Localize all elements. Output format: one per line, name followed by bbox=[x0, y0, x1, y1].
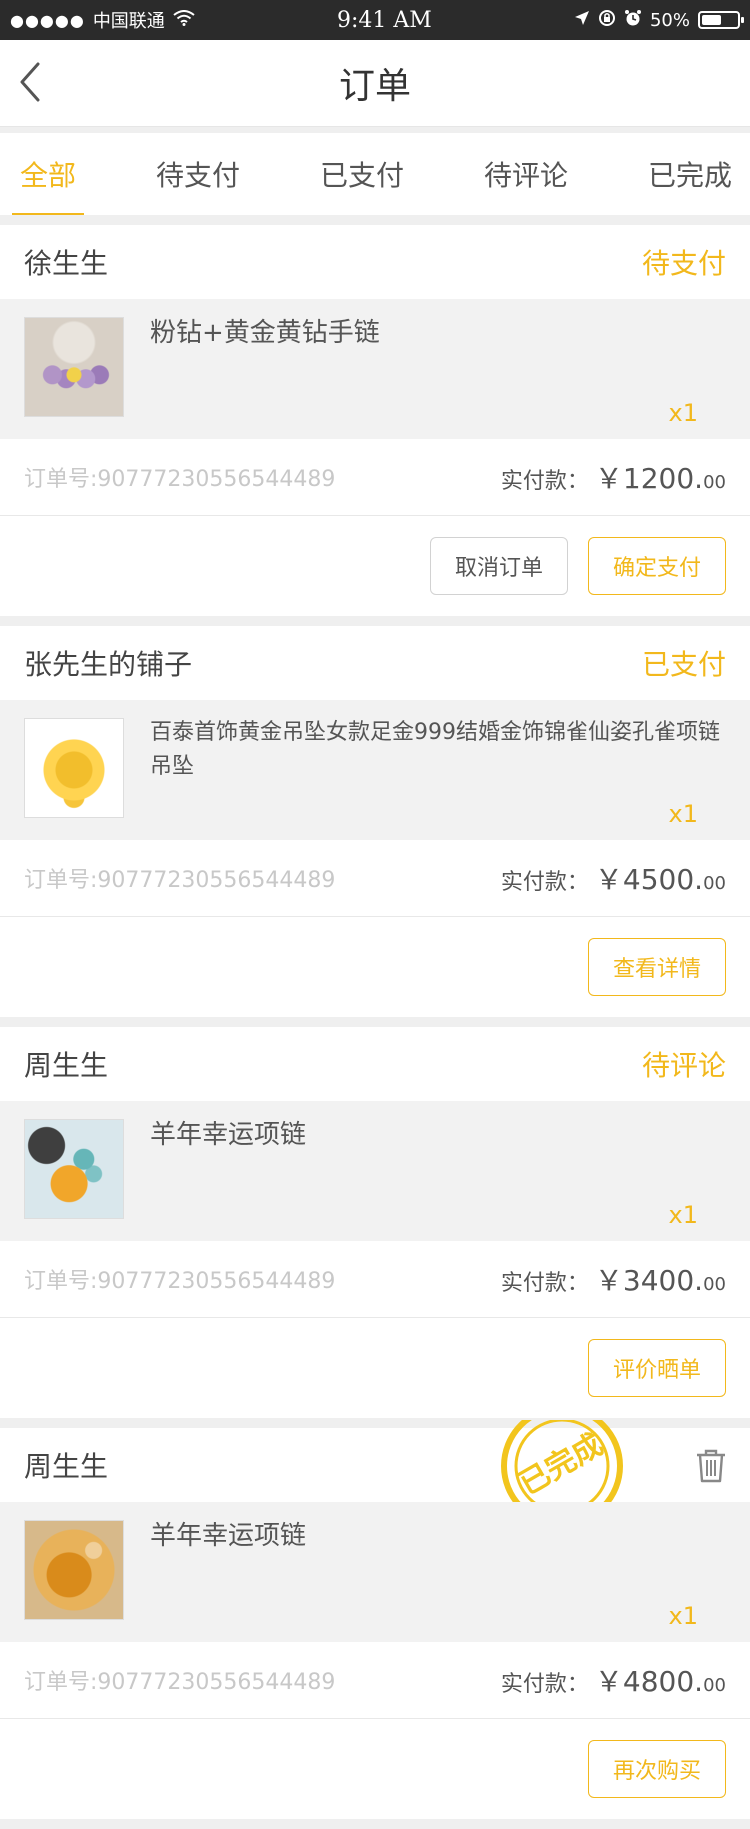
shop-name[interactable]: 张先生的铺子 bbox=[24, 643, 192, 683]
trash-icon[interactable] bbox=[694, 1448, 728, 1484]
payment-row: 订单号:90777230556544489 实付款： ￥3400. 00 bbox=[0, 1241, 750, 1318]
action-row: 取消订单 确定支付 bbox=[0, 516, 750, 616]
shop-name[interactable]: 徐生生 bbox=[24, 242, 108, 282]
amount-cents: 00 bbox=[703, 1675, 726, 1696]
order-header: 徐生生 待支付 bbox=[0, 225, 750, 299]
cancel-order-button[interactable]: 取消订单 bbox=[430, 537, 568, 595]
carrier-label: 中国联通 bbox=[92, 11, 165, 32]
quantity: x1 bbox=[668, 1201, 698, 1229]
tab-pending-review[interactable]: 待评论 bbox=[484, 133, 568, 215]
back-chevron-icon bbox=[20, 62, 40, 102]
product-title: 羊年幸运项链 bbox=[150, 1120, 307, 1150]
order-number: 订单号:90777230556544489 bbox=[24, 1670, 336, 1695]
paid-label: 实付款： bbox=[500, 1672, 589, 1697]
product-thumbnail[interactable] bbox=[24, 1119, 124, 1219]
paid-amount: 实付款： ￥1200. 00 bbox=[501, 457, 726, 497]
product-title: 粉钻+黄金黄钻手链 bbox=[150, 318, 380, 348]
paid-amount: 实付款： ￥4800. 00 bbox=[501, 1660, 726, 1700]
alarm-icon bbox=[624, 9, 642, 32]
review-button[interactable]: 评价晒单 bbox=[588, 1339, 726, 1397]
tab-pending-payment[interactable]: 待支付 bbox=[156, 133, 240, 215]
action-row: 查看详情 bbox=[0, 917, 750, 1017]
location-arrow-icon bbox=[574, 10, 590, 31]
amount-integer: ￥3400. bbox=[594, 1264, 704, 1297]
amount-cents: 00 bbox=[703, 1274, 726, 1295]
battery-icon bbox=[697, 11, 744, 29]
view-details-button[interactable]: 查看详情 bbox=[588, 938, 726, 996]
order-header: 张先生的铺子 已支付 bbox=[0, 626, 750, 700]
page-title: 订单 bbox=[338, 66, 411, 107]
order-header: 周生生 已完成 bbox=[0, 1420, 750, 1527]
product-thumbnail[interactable] bbox=[24, 1520, 124, 1620]
paid-amount: 实付款： ￥4500. 00 bbox=[501, 858, 726, 898]
action-row: 评价晒单 bbox=[0, 1318, 750, 1418]
order-card: 张先生的铺子 已支付 百泰首饰黄金吊坠女款足金999结婚金饰锦雀仙姿孔雀项链吊坠… bbox=[0, 626, 750, 1017]
order-tabs: 全部 待支付 已支付 待评论 已完成 bbox=[0, 133, 750, 215]
shop-name[interactable]: 周生生 bbox=[24, 1445, 108, 1485]
order-item[interactable]: 羊年幸运项链 x1 bbox=[0, 1502, 750, 1642]
payment-row: 订单号:90777230556544489 实付款： ￥4500. 00 bbox=[0, 840, 750, 917]
signal-dots-icon: ●●●●● bbox=[10, 10, 85, 30]
product-title: 羊年幸运项链 bbox=[150, 1521, 307, 1551]
paid-label: 实付款： bbox=[500, 469, 589, 494]
quantity: x1 bbox=[668, 1602, 698, 1630]
order-item[interactable]: 百泰首饰黄金吊坠女款足金999结婚金饰锦雀仙姿孔雀项链吊坠 x1 bbox=[0, 700, 750, 840]
paid-amount: 实付款： ￥3400. 00 bbox=[501, 1259, 726, 1299]
payment-row: 订单号:90777230556544489 实付款： ￥4800. 00 bbox=[0, 1642, 750, 1719]
status-bar-right: 50% bbox=[574, 9, 744, 32]
order-number: 订单号:90777230556544489 bbox=[24, 868, 336, 893]
tab-all[interactable]: 全部 bbox=[11, 133, 85, 215]
order-card: 周生生 已完成 羊年幸运项链 x1 订单号:90777230556544489 … bbox=[0, 1420, 750, 1819]
paid-label: 实付款： bbox=[500, 1271, 589, 1296]
order-item[interactable]: 粉钻+黄金黄钻手链 x1 bbox=[0, 299, 750, 439]
amount-cents: 00 bbox=[703, 873, 726, 894]
order-status: 待评论 bbox=[641, 1049, 726, 1082]
wifi-icon bbox=[173, 9, 195, 31]
order-number: 订单号:90777230556544489 bbox=[24, 1269, 336, 1294]
buy-again-button[interactable]: 再次购买 bbox=[588, 1740, 726, 1798]
order-status: 已支付 bbox=[641, 648, 726, 681]
amount-integer: ￥1200. bbox=[594, 462, 704, 495]
status-time: 9:41 AM bbox=[336, 7, 432, 33]
action-row: 再次购买 bbox=[0, 1719, 750, 1819]
amount-integer: ￥4800. bbox=[594, 1665, 704, 1698]
stamp-text: 已完成 bbox=[514, 1427, 609, 1502]
status-bar-left: ●●●●● 中国联通 bbox=[10, 7, 195, 33]
tab-completed[interactable]: 已完成 bbox=[648, 133, 732, 215]
order-item[interactable]: 羊年幸运项链 x1 bbox=[0, 1101, 750, 1241]
product-thumbnail[interactable] bbox=[24, 718, 124, 818]
quantity: x1 bbox=[668, 800, 698, 828]
product-thumbnail[interactable] bbox=[24, 317, 124, 417]
battery-label: 50% bbox=[649, 9, 690, 31]
quantity: x1 bbox=[668, 399, 698, 427]
status-bar: ●●●●● 中国联通 9:41 AM 50% bbox=[0, 0, 750, 40]
amount-integer: ￥4500. bbox=[594, 863, 704, 896]
order-number: 订单号:90777230556544489 bbox=[24, 467, 336, 492]
order-card: 周生生 待评论 羊年幸运项链 x1 订单号:90777230556544489 … bbox=[0, 1027, 750, 1418]
order-card: 徐生生 待支付 粉钻+黄金黄钻手链 x1 订单号:907772305565444… bbox=[0, 225, 750, 616]
product-title: 百泰首饰黄金吊坠女款足金999结婚金饰锦雀仙姿孔雀项链吊坠 bbox=[150, 720, 720, 779]
nav-bar: 订单 bbox=[0, 40, 750, 127]
payment-row: 订单号:90777230556544489 实付款： ￥1200. 00 bbox=[0, 439, 750, 516]
order-status: 待支付 bbox=[641, 247, 726, 280]
paid-label: 实付款： bbox=[500, 870, 589, 895]
back-button[interactable] bbox=[18, 62, 58, 102]
rotation-lock-icon bbox=[598, 9, 616, 32]
shop-name[interactable]: 周生生 bbox=[24, 1044, 108, 1084]
amount-cents: 00 bbox=[703, 472, 726, 493]
order-header: 周生生 待评论 bbox=[0, 1027, 750, 1101]
tab-paid[interactable]: 已支付 bbox=[320, 133, 404, 215]
confirm-payment-button[interactable]: 确定支付 bbox=[588, 537, 726, 595]
